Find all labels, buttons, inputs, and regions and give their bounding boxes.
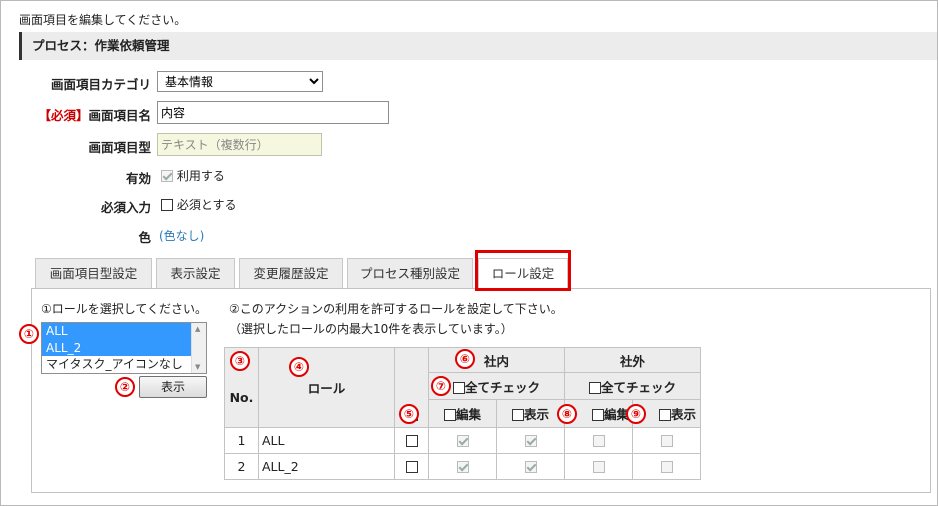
row-role-name: ALL [258, 427, 395, 454]
group-header-external: 社外 [564, 347, 701, 373]
scroll-down-icon[interactable]: ▼ [195, 363, 200, 371]
enabled-label: 有効 [125, 171, 151, 186]
name-label: 画面項目名 [88, 108, 151, 123]
tab-display-settings[interactable]: 表示設定 [156, 258, 235, 288]
annotation-marker-9: ⑨ [626, 404, 646, 424]
external-check-all-label: 全てチェック [600, 379, 676, 395]
row-internal-display-checkbox [524, 435, 537, 447]
internal-header-text: 社内 [483, 353, 509, 369]
annotation-marker-1: ① [19, 324, 39, 344]
enabled-checkbox [161, 170, 173, 182]
required-tag: 【必須】 [38, 108, 89, 123]
external-header-text: 社外 [619, 353, 645, 369]
action-prompt: ②このアクションの利用を許可するロールを設定して下さい。 [229, 302, 563, 316]
annotation-marker-5: ⑤ [399, 404, 419, 424]
annotation-marker-6: ⑥ [455, 349, 475, 369]
row-external-edit-checkbox [592, 461, 605, 473]
row-no: 2 [224, 453, 259, 480]
annotation-marker-3: ③ [230, 351, 250, 371]
table-row: 1 ALL [224, 427, 701, 454]
enabled-text: 利用する [176, 169, 225, 183]
row-internal-display-checkbox [524, 461, 537, 473]
row-allow-checkbox[interactable] [405, 461, 418, 473]
internal-edit-header[interactable]: 編集 [428, 399, 497, 428]
row-internal-edit-cell [428, 453, 497, 480]
scroll-up-icon[interactable]: ▲ [195, 325, 200, 333]
row-external-display-cell [632, 453, 701, 480]
no-header-text: No. [229, 390, 254, 405]
tab-process-type-settings[interactable]: プロセス種別設定 [347, 258, 473, 288]
internal-display-label: 表示 [523, 407, 549, 422]
item-type-field [157, 133, 322, 156]
tab-history-settings[interactable]: 変更履歴設定 [239, 258, 343, 288]
row-external-edit-cell [564, 427, 633, 454]
required-text: 必須とする [176, 198, 237, 212]
annotation-marker-4: ④ [289, 357, 309, 377]
row-external-display-cell [632, 427, 701, 454]
row-external-display-checkbox [660, 435, 673, 447]
row-internal-edit-checkbox [456, 461, 469, 473]
table-row: 2 ALL_2 [224, 453, 701, 480]
row-internal-display-cell [496, 427, 565, 454]
process-title-bar: プロセス：作業依頼管理 [19, 32, 937, 60]
role-listbox[interactable]: ALL ALL_2 マイタスク_アイコンなし ▲ ▼ [41, 322, 207, 374]
row-external-edit-cell [564, 453, 633, 480]
name-label-row: 【必須】画面項目名 [1, 105, 151, 124]
row-allow-cell [394, 453, 429, 480]
required-option[interactable]: 必須とする [161, 196, 236, 213]
row-no: 1 [224, 427, 259, 454]
color-label: 色 [138, 230, 151, 245]
row-internal-edit-cell [428, 427, 497, 454]
role-tab-highlight-box [475, 250, 571, 291]
action-prompt-note: （選択したロールの内最大10件を表示しています。） [229, 322, 513, 336]
tab-field-type-settings[interactable]: 画面項目型設定 [35, 258, 152, 288]
edit-screen-item-window: 画面項目を編集してください。 プロセス：作業依頼管理 画面項目カテゴリ 基本情報… [0, 0, 938, 506]
internal-check-all-checkbox[interactable] [452, 381, 465, 394]
row-allow-cell [394, 427, 429, 454]
row-external-edit-checkbox [592, 435, 605, 447]
role-header-text: ロール [307, 381, 346, 396]
role-list-item-mytask[interactable]: マイタスク_アイコンなし [42, 356, 206, 373]
column-header-role: ロール [258, 347, 395, 428]
row-role-name: ALL_2 [258, 453, 395, 480]
color-value-link[interactable]: (色なし) [159, 227, 204, 244]
type-label: 画面項目型 [88, 140, 151, 155]
annotation-marker-7: ⑦ [431, 376, 451, 396]
internal-edit-label: 編集 [455, 407, 481, 422]
annotation-marker-8: ⑧ [557, 404, 577, 424]
instruction-text: 画面項目を編集してください。 [19, 13, 187, 27]
enabled-option: 利用する [161, 167, 225, 184]
required-checkbox[interactable] [161, 199, 173, 211]
row-allow-checkbox[interactable] [405, 435, 418, 447]
required-input-label: 必須入力 [100, 200, 151, 215]
row-external-display-checkbox [660, 461, 673, 473]
role-list-item-all-2[interactable]: ALL_2 [42, 339, 206, 356]
annotation-marker-2: ② [115, 377, 135, 397]
external-check-all-cell[interactable]: 全てチェック [564, 372, 701, 400]
category-select[interactable]: 基本情報 [157, 71, 323, 92]
external-check-all-checkbox[interactable] [588, 381, 601, 394]
internal-edit-all-checkbox[interactable] [443, 409, 456, 421]
row-internal-display-cell [496, 453, 565, 480]
internal-display-all-checkbox[interactable] [511, 409, 524, 421]
category-label: 画面項目カテゴリ [50, 77, 151, 92]
internal-display-header[interactable]: 表示 [496, 399, 565, 428]
external-display-all-checkbox[interactable] [658, 409, 671, 421]
show-roles-button[interactable]: 表示 [139, 376, 207, 398]
row-internal-edit-checkbox [456, 435, 469, 447]
role-list-item-all[interactable]: ALL [42, 323, 206, 340]
item-name-input[interactable] [157, 101, 389, 124]
group-header-internal: 社内 [428, 347, 565, 373]
select-role-prompt: ①ロールを選択してください。 [41, 302, 208, 316]
external-edit-all-checkbox[interactable] [591, 409, 604, 421]
external-display-label: 表示 [670, 407, 696, 422]
internal-check-all-label: 全てチェック [464, 379, 540, 395]
role-list-scrollbar[interactable]: ▲ ▼ [191, 323, 206, 373]
